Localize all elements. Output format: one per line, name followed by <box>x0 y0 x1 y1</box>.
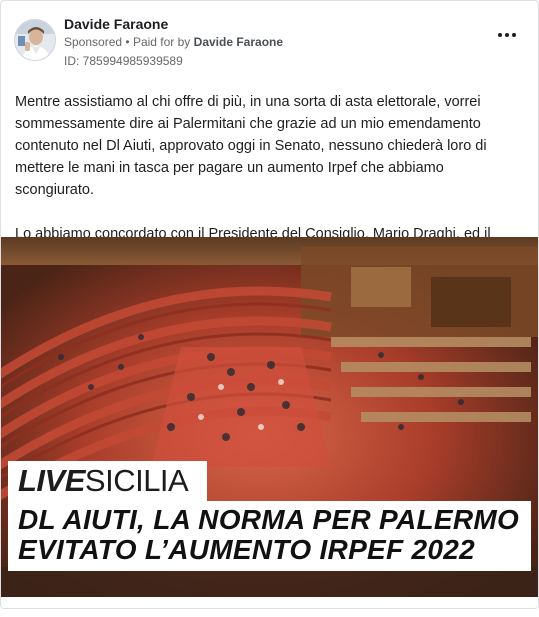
author-name[interactable]: Davide Faraone <box>64 16 168 32</box>
paid-for-prefix: Paid for by <box>132 35 191 49</box>
meta-separator: • <box>125 35 130 49</box>
post-paragraph-1: Mentre assistiamo al chi offre di più, i… <box>15 94 487 198</box>
ad-post-card: Davide Faraone Sponsored • Paid for by D… <box>0 0 539 609</box>
sponsored-line: Sponsored • Paid for by Davide Faraone <box>64 35 283 49</box>
sponsored-label: Sponsored <box>64 35 123 49</box>
headline-line-2: EVITATO L’AUMENTO IRPEF 2022 <box>18 534 476 565</box>
avatar-photo <box>15 20 55 60</box>
post-media[interactable]: LIVESICILIA DL AIUTI, LA NORMA PER PALER… <box>1 237 538 597</box>
card-footer <box>1 597 538 608</box>
more-options-icon[interactable] <box>497 27 517 43</box>
paid-for-name: Davide Faraone <box>193 35 284 49</box>
livesicilia-logo: LIVESICILIA <box>8 461 207 501</box>
ad-id: ID: 785994985939589 <box>64 54 183 68</box>
headline-line-1: DL AIUTI, LA NORMA PER PALERMO <box>18 504 520 535</box>
profile-avatar[interactable] <box>14 19 56 61</box>
news-banner: LIVESICILIA DL AIUTI, LA NORMA PER PALER… <box>8 461 531 571</box>
headline-box: DL AIUTI, LA NORMA PER PALERMO EVITATO L… <box>8 501 531 571</box>
